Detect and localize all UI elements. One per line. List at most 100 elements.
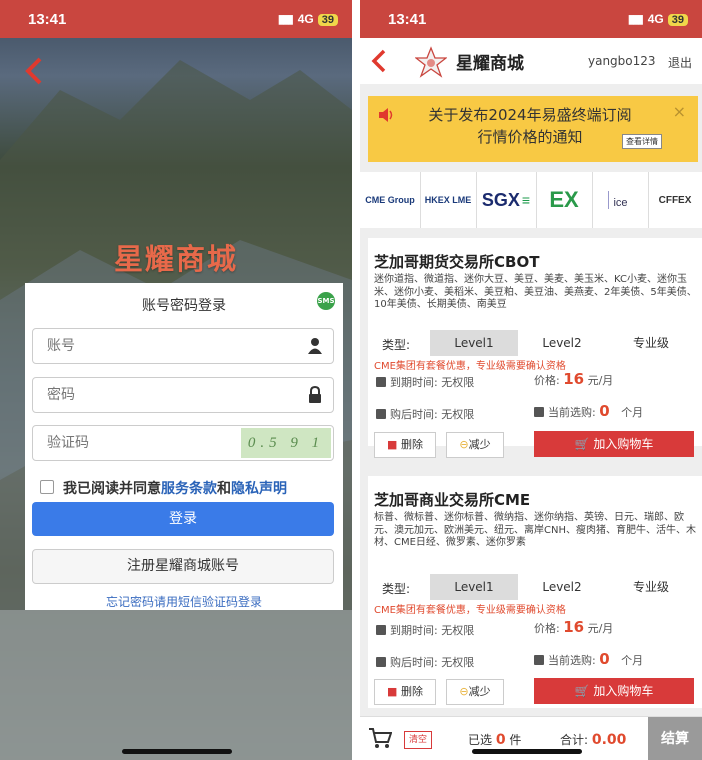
decrease-button[interactable]: ⊖减少 (446, 432, 504, 458)
password-input[interactable] (45, 385, 289, 403)
star-logo-icon (415, 46, 447, 78)
signal-icon: ▮▮▮ (277, 12, 294, 26)
password-field[interactable] (32, 377, 334, 413)
product-title: 芝加哥商业交易所CME (374, 491, 531, 509)
expiry-info: 到期时间: 无权限 (376, 622, 474, 638)
calendar-icon (376, 625, 386, 635)
calendar-icon (376, 377, 386, 387)
tab-professional[interactable]: 专业级 (606, 574, 696, 600)
trash-icon: ■ (387, 438, 398, 451)
price-info: 价格: 16 元/月 (534, 618, 614, 636)
login-card: 账号密码登录 SMS 0.5 9 1 我已阅读并同意服务条款和隐私声明 登录 注… (25, 283, 343, 610)
user-icon (308, 338, 322, 354)
username: yangbo123 (588, 54, 656, 68)
status-network: ▮▮▮ 4G 39 (628, 12, 688, 26)
product-title: 芝加哥期货交易所CBOT (374, 253, 540, 271)
exchange-logo-sgx[interactable]: SGX ≡ (476, 172, 537, 228)
divider (352, 0, 360, 760)
cart-icon: 🛒 (574, 684, 590, 698)
agreement-row: 我已阅读并同意服务条款和隐私声明 (40, 478, 287, 498)
tab-level1[interactable]: Level1 (430, 574, 518, 600)
login-screen: 13:41 ▮▮▮4G39 星耀商城 账号密码登录 SMS 0.5 9 1 我已… (0, 0, 352, 760)
product-card: 芝加哥商业交易所CME 标普、微标普、迷你标普、微纳指、迷你纳指、英镑、日元、瑞… (368, 476, 702, 708)
exchange-logo-ex[interactable]: EX (536, 172, 593, 228)
agree-checkbox[interactable] (40, 480, 54, 494)
close-icon[interactable]: × (673, 102, 686, 121)
exchange-logo-cffex[interactable]: CFFEX (648, 172, 702, 228)
tab-level2[interactable]: Level2 (518, 574, 606, 600)
checkout-button[interactable]: 结算 (648, 717, 702, 760)
captcha-input[interactable] (45, 433, 229, 451)
app-header: 星耀商城 yangbo123 退出 (360, 38, 702, 84)
after-purchase-info: 购后时间: 无权限 (376, 406, 474, 422)
cart-small-icon (534, 407, 544, 417)
signal-icon: ▮▮▮ (627, 12, 644, 26)
level-tabs: 类型: Level1 Level2 专业级 (374, 330, 696, 356)
price-info: 价格: 16 元/月 (534, 370, 614, 388)
battery-icon: 39 (667, 14, 688, 26)
expiry-info: 到期时间: 无权限 (376, 374, 474, 390)
back-arrow-icon[interactable] (22, 56, 46, 86)
delete-button[interactable]: ■ 删除 (374, 679, 436, 705)
header-title: 星耀商城 (456, 54, 524, 74)
mall-screen: 13:41 ▮▮▮ 4G 39 星耀商城 yangbo123 退出 关于发布2024… (360, 0, 702, 760)
tab-level1[interactable]: Level1 (430, 330, 518, 356)
register-button[interactable]: 注册星耀商城账号 (32, 549, 334, 584)
exchange-logo-hkex[interactable]: HKEX LME (420, 172, 477, 228)
speaker-icon (379, 108, 393, 122)
notice-detail-button[interactable]: 查看详情 (622, 134, 662, 149)
status-network: ▮▮▮ 4G 39 (278, 12, 338, 26)
exchange-logo-ice[interactable]: ice (592, 172, 649, 228)
add-to-cart-button[interactable]: 🛒 加入购物车 (534, 431, 694, 457)
delete-button[interactable]: ■ 删除 (374, 432, 436, 458)
sms-login-icon[interactable]: SMS (317, 292, 335, 310)
trash-icon: ■ (387, 685, 398, 698)
decrease-button[interactable]: ⊖减少 (446, 679, 504, 705)
product-card: 芝加哥期货交易所CBOT 迷你道指、微道指、迷你大豆、美豆、美麦、美玉米、KC小… (368, 238, 702, 458)
lock-icon (309, 386, 321, 403)
id-card-icon (376, 657, 386, 667)
login-button[interactable]: 登录 (32, 502, 334, 536)
battery-icon: 39 (317, 14, 338, 26)
cart-icon: 🛒 (574, 437, 590, 451)
shopping-cart-icon[interactable] (368, 727, 392, 749)
level-tabs: 类型: Level1 Level2 专业级 (374, 574, 696, 600)
minus-circle-icon: ⊖ (459, 438, 469, 451)
exchange-logo-strip: CME Group HKEX LME SGX ≡ EX ice CFFEX (360, 172, 702, 228)
terms-link[interactable]: 服务条款 (161, 481, 217, 497)
status-bar: 13:41 ▮▮▮ 4G 39 (360, 0, 702, 38)
selected-count: 已选 0 件 (468, 732, 522, 748)
captcha-field[interactable]: 0.5 9 1 (32, 425, 334, 461)
add-to-cart-button[interactable]: 🛒 加入购物车 (534, 678, 694, 704)
id-card-icon (376, 409, 386, 419)
clear-cart-button[interactable]: 清空 (404, 731, 432, 749)
logout-link[interactable]: 退出 (668, 54, 692, 71)
promo-text: CME集团有套餐优惠，专业级需要确认资格 (374, 605, 566, 616)
status-bar: 13:41 ▮▮▮ 4G 39 (0, 0, 352, 38)
current-selection-info: 当前选购: 0 个月 (534, 650, 643, 668)
total-amount: 合计: 0.00 (560, 732, 627, 748)
tab-level2[interactable]: Level2 (518, 330, 606, 356)
status-time: 13:41 (388, 11, 427, 28)
brand-title: 星耀商城 (113, 242, 238, 276)
tab-professional[interactable]: 专业级 (606, 330, 696, 356)
status-time: 13:41 (28, 11, 67, 28)
exchange-logo-cme[interactable]: CME Group (360, 172, 421, 228)
back-arrow-icon[interactable] (370, 48, 388, 74)
home-indicator (472, 749, 582, 754)
login-title: 账号密码登录 (142, 298, 226, 314)
notice-banner[interactable]: 关于发布2024年易盛终端订阅 行情价格的通知 × 查看详情 (368, 96, 698, 162)
current-selection-info: 当前选购: 0 个月 (534, 402, 643, 420)
after-purchase-info: 购后时间: 无权限 (376, 654, 474, 670)
forgot-password-link[interactable]: 忘记密码请用短信验证码登录 (25, 593, 343, 610)
minus-circle-icon: ⊖ (459, 685, 469, 698)
notice-text: 关于发布2024年易盛终端订阅 行情价格的通知 (428, 106, 632, 146)
account-input[interactable] (45, 336, 289, 354)
home-indicator (122, 749, 232, 754)
privacy-link[interactable]: 隐私声明 (231, 481, 287, 497)
cart-small-icon (534, 655, 544, 665)
account-field[interactable] (32, 328, 334, 364)
captcha-image[interactable]: 0.5 9 1 (241, 428, 331, 458)
product-list: 迷你道指、微道指、迷你大豆、美豆、美麦、美玉米、KC小麦、迷你玉米、迷你小麦、美… (374, 274, 697, 310)
product-list: 标普、微标普、迷你标普、微纳指、迷你纳指、英镑、日元、瑞郎、欧元、澳元加元、欧洲… (374, 512, 696, 548)
